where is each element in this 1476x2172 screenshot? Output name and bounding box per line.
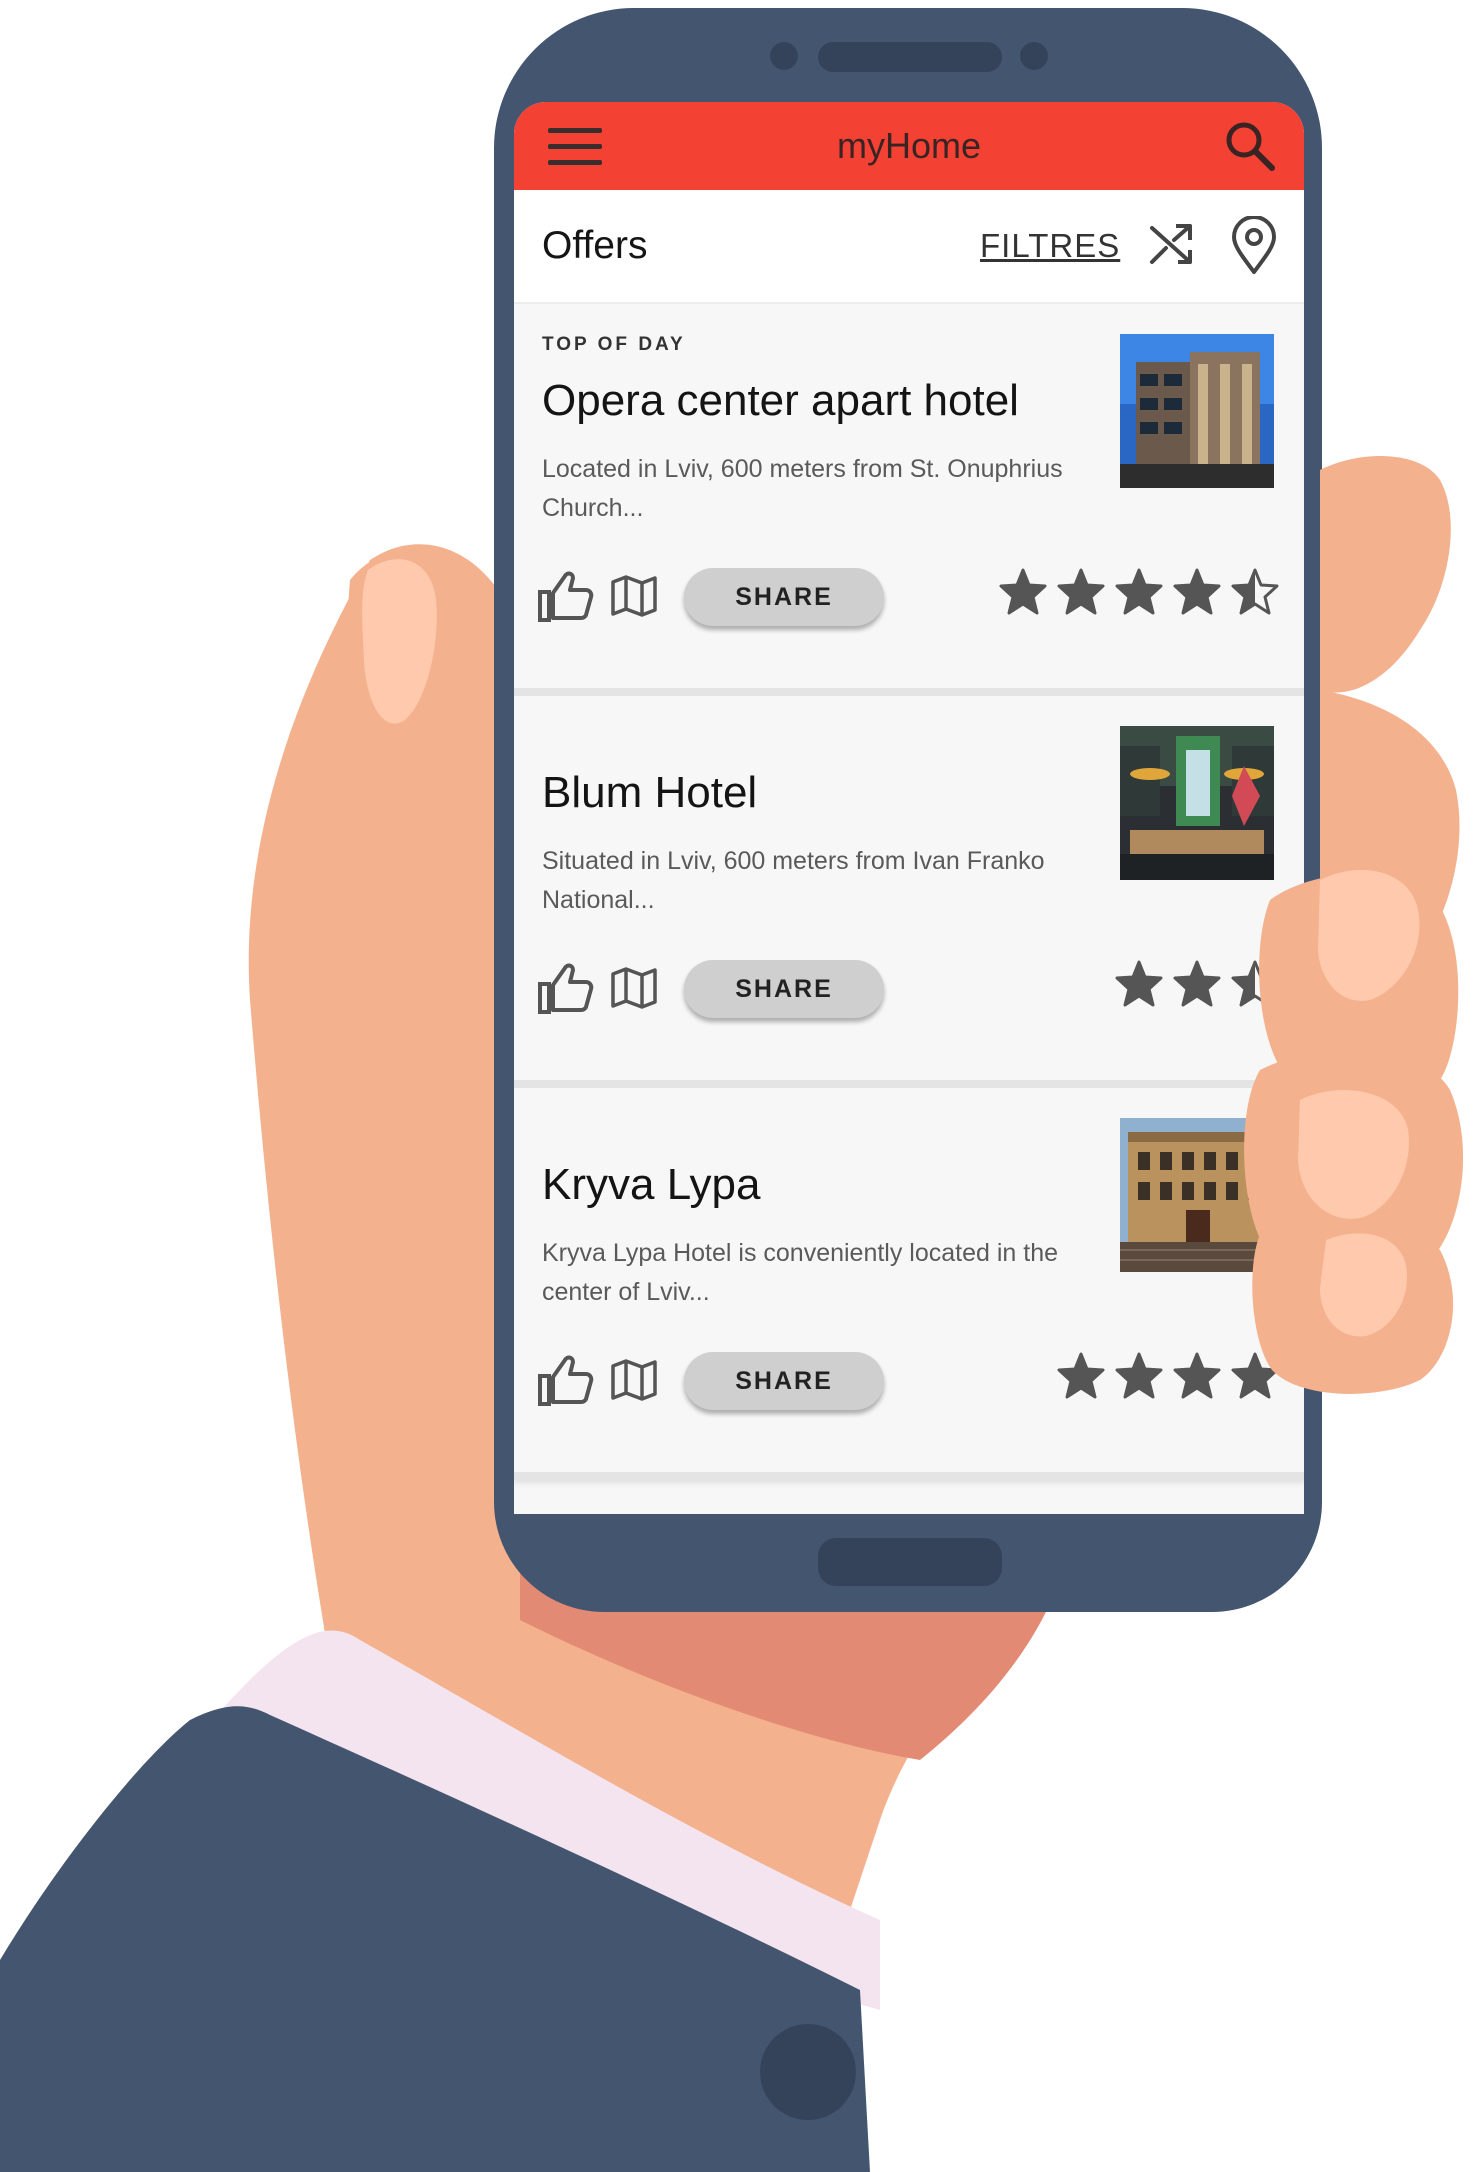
offer-title[interactable]: Kryva Lypa [542,1160,760,1210]
offer-tag: TOP OF DAY [542,334,686,355]
location-pin-icon[interactable] [1228,216,1280,276]
offer-thumbnail[interactable] [1120,334,1274,488]
search-icon[interactable] [1222,118,1278,174]
star-icon [1173,1352,1221,1399]
star-half-icon [1231,568,1279,615]
offer-thumbnail[interactable] [1120,726,1274,880]
offer-description: Situated in Lviv, 600 meters from Ivan F… [542,847,1045,914]
next-card-edge [514,1488,1304,1514]
star-rating [1106,952,1280,1016]
thumbs-up-icon[interactable] [536,566,594,624]
map-icon[interactable] [610,574,658,618]
share-button[interactable]: SHARE [684,960,884,1018]
phone-home-button[interactable] [818,1538,1002,1586]
phone-camera-dot [1020,42,1048,70]
shuffle-icon[interactable] [1146,220,1196,270]
offer-title[interactable]: Opera center apart hotel [542,376,1019,426]
offer-card[interactable]: Blum Hotel Situated in Lviv, 600 meters … [514,696,1304,1088]
star-icon [1115,568,1163,615]
phone-screen: myHome Offers FILTRES TOP OF DAY Opera c… [514,102,1304,1514]
star-rating [990,560,1280,624]
star-icon [1231,1352,1279,1399]
phone-camera-dot [770,42,798,70]
page-title: Offers [542,224,648,267]
offer-card[interactable]: TOP OF DAY Opera center apart hotel Loca… [514,304,1304,696]
offer-card[interactable]: Kryva Lypa Kryva Lypa Hotel is convenien… [514,1088,1304,1480]
offer-title[interactable]: Blum Hotel [542,768,757,818]
star-icon [1173,568,1221,615]
star-half-icon [1231,960,1279,1007]
star-icon [1115,1352,1163,1399]
app-title: myHome [836,125,982,166]
offer-description: Kryva Lypa Hotel is conveniently located… [542,1239,1059,1306]
phone-earpiece [818,42,1002,72]
offers-header: Offers FILTRES [514,190,1304,304]
thumbs-up-icon[interactable] [536,958,594,1016]
share-button[interactable]: SHARE [684,568,884,626]
offer-thumbnail[interactable] [1120,1118,1274,1272]
filters-link[interactable]: FILTRES [980,190,1120,302]
star-rating [1048,1344,1280,1408]
thumbs-up-icon[interactable] [536,1350,594,1408]
star-icon [999,568,1047,615]
star-icon [1173,960,1221,1007]
star-icon [1115,960,1163,1007]
star-icon [1057,1352,1105,1399]
map-icon[interactable] [610,1358,658,1402]
map-icon[interactable] [610,966,658,1010]
star-icon [1057,568,1105,615]
share-button[interactable]: SHARE [684,1352,884,1410]
app-bar: myHome [514,102,1304,190]
offer-description: Located in Lviv, 600 meters from St. Onu… [542,455,1063,522]
